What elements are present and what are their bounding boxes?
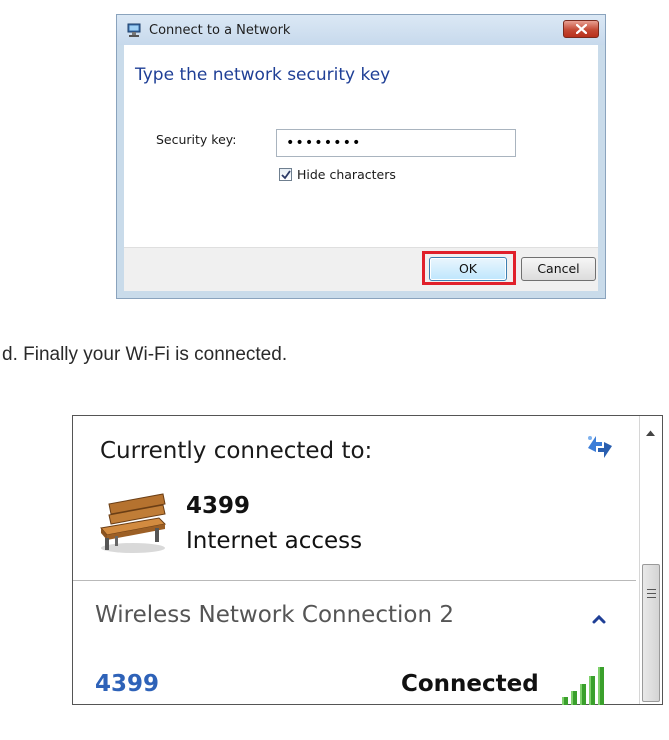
hide-characters-checkbox[interactable] bbox=[279, 168, 292, 181]
dialog-footer: OK Cancel bbox=[124, 247, 598, 291]
connected-network-name: 4399 bbox=[186, 493, 251, 519]
cancel-button[interactable]: Cancel bbox=[521, 257, 596, 281]
security-key-input[interactable]: •••••••• bbox=[276, 129, 516, 157]
connect-dialog: Connect to a Network Type the network se… bbox=[116, 14, 606, 299]
scroll-grip-icon bbox=[647, 589, 656, 601]
dialog-content: Type the network security key Security k… bbox=[124, 45, 598, 247]
scroll-thumb[interactable] bbox=[642, 564, 660, 702]
dialog-heading: Type the network security key bbox=[135, 65, 391, 85]
network-panel: Currently connected to: 4399 Internet ac… bbox=[72, 415, 663, 705]
scroll-up-arrow-icon[interactable] bbox=[645, 429, 656, 437]
hide-characters-label: Hide characters bbox=[297, 167, 396, 182]
dialog-title: Connect to a Network bbox=[149, 23, 291, 38]
connected-network-status: Internet access bbox=[186, 528, 363, 554]
signal-strength-icon bbox=[562, 667, 604, 705]
chevron-up-icon[interactable] bbox=[591, 613, 607, 625]
checkmark-icon bbox=[281, 170, 291, 180]
currently-connected-title: Currently connected to: bbox=[100, 438, 373, 464]
security-key-label: Security key: bbox=[156, 132, 237, 147]
refresh-icon[interactable] bbox=[582, 430, 618, 464]
network-icon bbox=[127, 23, 141, 37]
instruction-text: d. Finally your Wi-Fi is connected. bbox=[2, 344, 288, 365]
wifi-network-name[interactable]: 4399 bbox=[95, 671, 159, 697]
dialog-titlebar[interactable]: Connect to a Network bbox=[117, 15, 605, 45]
wifi-network-status: Connected bbox=[401, 671, 539, 697]
scrollbar[interactable] bbox=[639, 416, 662, 704]
close-button[interactable] bbox=[563, 20, 599, 38]
ok-button[interactable]: OK bbox=[429, 257, 507, 281]
section-divider bbox=[73, 580, 636, 581]
wireless-section-title[interactable]: Wireless Network Connection 2 bbox=[95, 602, 454, 628]
close-icon bbox=[576, 24, 587, 34]
bench-icon bbox=[100, 493, 167, 553]
